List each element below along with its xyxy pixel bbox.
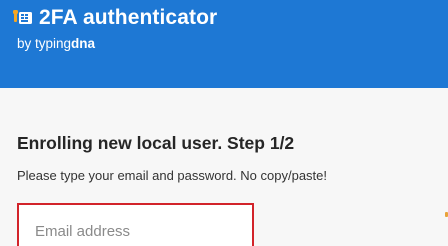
brand: 2FA authenticator: [13, 6, 217, 30]
email-field[interactable]: [17, 203, 254, 246]
byline-prefix: by typing: [17, 36, 72, 51]
keypad-icon: [13, 8, 33, 28]
byline-brand: dna: [71, 36, 96, 51]
instructions-text: Please type your email and password. No …: [17, 168, 328, 183]
app-title: 2FA authenticator: [39, 6, 218, 29]
page-heading: Enrolling new local user. Step 1/2: [17, 133, 295, 153]
app-header: 2FA authenticator by typingdna: [0, 0, 448, 88]
byline: by typingdna: [17, 36, 95, 52]
